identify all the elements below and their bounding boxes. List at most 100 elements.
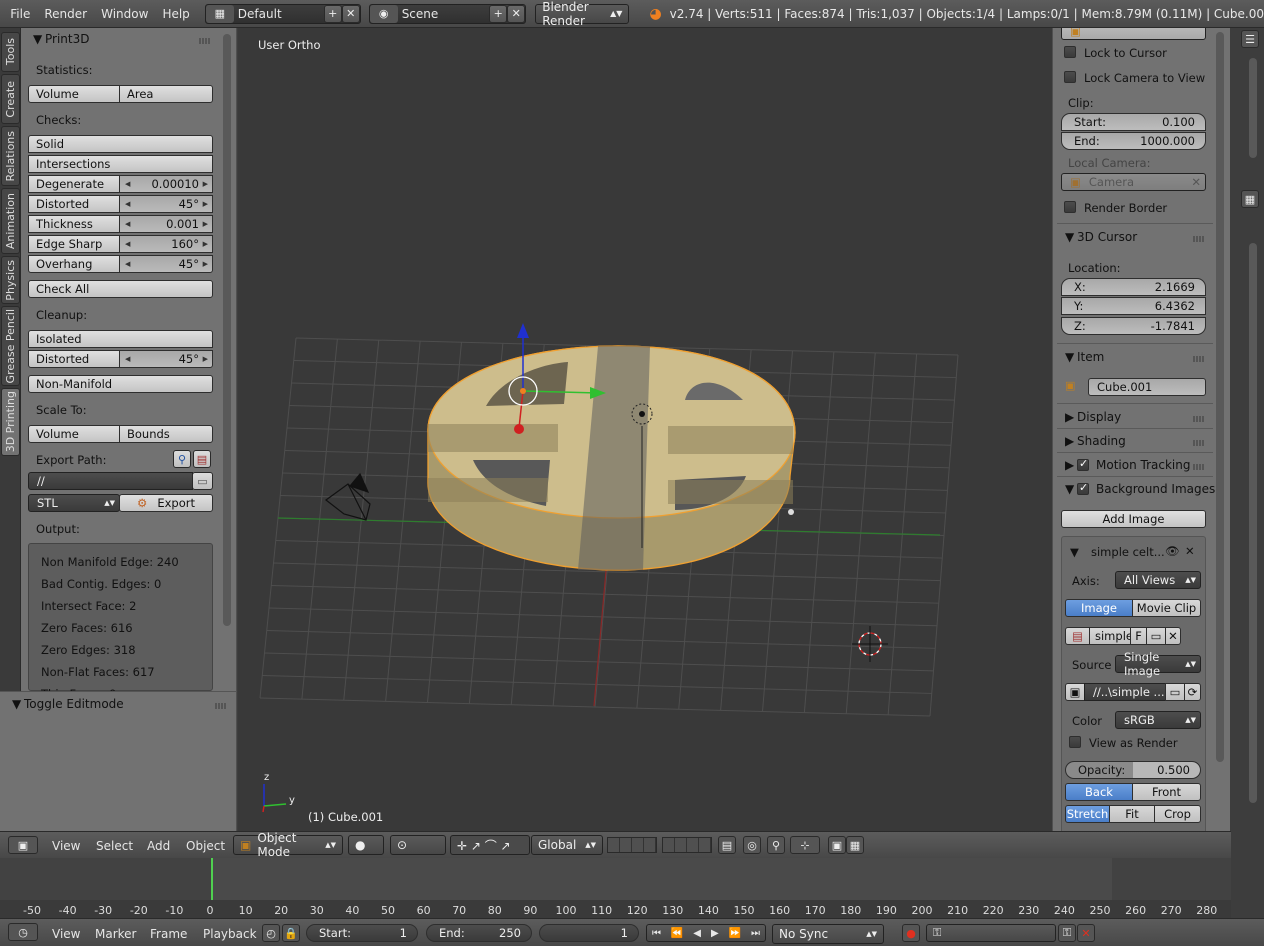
lock-to-cursor-checkbox[interactable] — [1064, 46, 1076, 58]
scale-volume-button[interactable]: Volume — [28, 425, 120, 443]
cursor-x-field[interactable]: X: 2.1669 — [1061, 278, 1206, 296]
scene-selector[interactable]: ◉ Scene + ✕ — [368, 3, 527, 24]
timeline-editor-icon[interactable]: ◷ — [8, 923, 38, 941]
browse-path-icon[interactable]: ▭ — [1165, 683, 1185, 701]
layers-grid-1[interactable] — [607, 837, 657, 853]
3d-cursor-title[interactable]: 3D Cursor — [1077, 230, 1137, 244]
distorted-button[interactable]: Distorted — [28, 195, 120, 213]
axis-dropdown[interactable]: All Views ▲▼ — [1115, 571, 1201, 589]
scale-bounds-button[interactable]: Bounds — [119, 425, 213, 443]
toggle-editmode-title[interactable]: Toggle Editmode — [24, 697, 124, 711]
display-title[interactable]: Display — [1077, 410, 1121, 424]
edge-sharp-value-field[interactable]: ◀ 160° ▶ — [119, 235, 213, 253]
add-image-button[interactable]: Add Image — [1061, 510, 1206, 528]
decrement-icon[interactable]: ◀ — [125, 200, 130, 208]
orientation-dropdown[interactable]: Global ▲▼ — [531, 835, 603, 855]
prev-keyframe-icon[interactable]: ⏪ — [671, 928, 683, 939]
increment-icon[interactable]: ▶ — [203, 355, 208, 363]
tab-create[interactable]: Create — [1, 74, 20, 124]
decrement-icon[interactable]: ◀ — [125, 355, 130, 363]
play-reverse-icon[interactable]: ◀ — [693, 928, 701, 939]
background-images-title[interactable]: Background Images — [1096, 482, 1215, 496]
image-name-field[interactable]: simple — [1089, 627, 1133, 645]
editor-type-icon[interactable]: ▣ — [8, 836, 38, 854]
current-frame-line[interactable] — [211, 858, 213, 900]
render-border-checkbox[interactable] — [1064, 201, 1076, 213]
shading-expand-icon[interactable]: ▶ — [1065, 434, 1074, 448]
manipulator-group[interactable]: ✛ ↗ ⌒ ↗ — [450, 835, 530, 855]
eye-icon[interactable]: 👁 — [1165, 544, 1180, 558]
render-engine-dropdown[interactable]: Blender Render ▲▼ — [535, 0, 630, 28]
tab-tools[interactable]: Tools — [1, 32, 20, 72]
lock-icon[interactable]: 🔒 — [282, 924, 300, 942]
shading-title[interactable]: Shading — [1077, 434, 1126, 448]
isolated-button[interactable]: Isolated — [28, 330, 213, 348]
layer-lock-icon[interactable]: ▤ — [718, 836, 736, 854]
remove-scene-icon[interactable]: ✕ — [507, 4, 526, 23]
degenerate-button[interactable]: Degenerate — [28, 175, 120, 193]
mode-dropdown[interactable]: ▣ Object Mode ▲▼ — [233, 831, 343, 859]
menu-file[interactable]: File — [3, 7, 37, 21]
increment-icon[interactable]: ▶ — [203, 260, 208, 268]
layout-icon[interactable]: ▦ — [205, 4, 234, 23]
cursor-z-field[interactable]: Z: -1.7841 — [1061, 317, 1206, 335]
scene-icon[interactable]: ◉ — [369, 4, 398, 23]
menu-select[interactable]: Select — [96, 839, 133, 853]
decrement-icon[interactable]: ◀ — [125, 180, 130, 188]
panel-grip-icon[interactable] — [1193, 440, 1205, 446]
remove-bg-icon[interactable]: ✕ — [1185, 544, 1195, 558]
layout-name[interactable]: Default — [238, 7, 324, 21]
increment-icon[interactable]: ▶ — [203, 180, 208, 188]
source-dropdown[interactable]: Single Image ▲▼ — [1115, 650, 1201, 678]
snap-icon[interactable]: ⚲ — [767, 836, 785, 854]
timeline-menu-playback[interactable]: Playback — [203, 927, 257, 941]
timeline-menu-frame[interactable]: Frame — [150, 927, 187, 941]
cursor-y-field[interactable]: Y: 6.4362 — [1061, 297, 1206, 315]
menu-help[interactable]: Help — [155, 7, 196, 21]
motion-tracking-expand-icon[interactable]: ▶ — [1065, 458, 1074, 472]
proportional-edit-icon[interactable]: ◎ — [743, 836, 761, 854]
movie-clip-tab[interactable]: Movie Clip — [1132, 599, 1201, 617]
panel-grip-icon[interactable] — [199, 38, 211, 44]
play-icon[interactable]: ▶ — [711, 928, 719, 939]
tab-physics[interactable]: Physics — [1, 256, 20, 304]
camera-field-top[interactable]: ▣ — [1061, 28, 1206, 40]
panel-collapse-icon[interactable]: ▼ — [33, 32, 42, 46]
panel-grip-icon[interactable] — [1193, 356, 1205, 362]
edge-sharp-button[interactable]: Edge Sharp — [28, 235, 120, 253]
lock-camera-checkbox[interactable] — [1064, 71, 1076, 83]
tab-animation[interactable]: Animation — [1, 188, 20, 254]
overhang-button[interactable]: Overhang — [28, 255, 120, 273]
image-tab[interactable]: Image — [1065, 599, 1133, 617]
preview-range-icon[interactable]: ◴ — [262, 924, 280, 942]
reload-icon[interactable]: ⟳ — [1184, 683, 1201, 701]
cleanup-distorted-button[interactable]: Distorted — [28, 350, 120, 368]
panel-grip-icon[interactable] — [1193, 464, 1205, 470]
bg-collapse-icon[interactable]: ▼ — [1070, 545, 1079, 559]
cleanup-distorted-value-field[interactable]: ◀ 45° ▶ — [119, 350, 213, 368]
fit-button[interactable]: Fit — [1109, 805, 1155, 823]
item-name-input[interactable]: Cube.001 — [1088, 378, 1206, 396]
distorted-value-field[interactable]: ◀ 45° ▶ — [119, 195, 213, 213]
end-frame-field[interactable]: End: 250 — [426, 924, 532, 942]
tab-3d-printing[interactable]: 3D Printing — [1, 388, 20, 456]
intersections-button[interactable]: Intersections — [28, 155, 213, 173]
3d-viewport[interactable]: User Ortho z y (1) Cube.001 — [238, 28, 1052, 831]
increment-icon[interactable]: ▶ — [203, 220, 208, 228]
unlink-image-icon[interactable]: ✕ — [1165, 627, 1181, 645]
format-dropdown[interactable]: STL ▲▼ — [28, 494, 120, 512]
operator-collapse-icon[interactable]: ▼ — [12, 697, 21, 711]
export-button[interactable]: ⚙ Export — [119, 494, 213, 512]
wrench-icon[interactable]: ⚲ — [173, 450, 191, 468]
file-browser-icon[interactable]: ▤ — [193, 450, 211, 468]
remove-layout-icon[interactable]: ✕ — [341, 4, 360, 23]
properties-icon[interactable]: ▦ — [1241, 190, 1259, 208]
sync-dropdown[interactable]: No Sync ▲▼ — [772, 924, 884, 944]
tab-grease-pencil[interactable]: Grease Pencil — [1, 306, 20, 386]
insert-keyframe-icon[interactable]: ⚿ — [1058, 924, 1076, 942]
scene-name[interactable]: Scene — [402, 7, 490, 21]
render-image-icon[interactable]: ▣ — [828, 836, 846, 854]
delete-keyframe-icon[interactable]: ✕ — [1077, 924, 1095, 942]
render-animation-icon[interactable]: ▦ — [846, 836, 864, 854]
snap-element-icon[interactable]: ⊹ — [790, 836, 820, 854]
